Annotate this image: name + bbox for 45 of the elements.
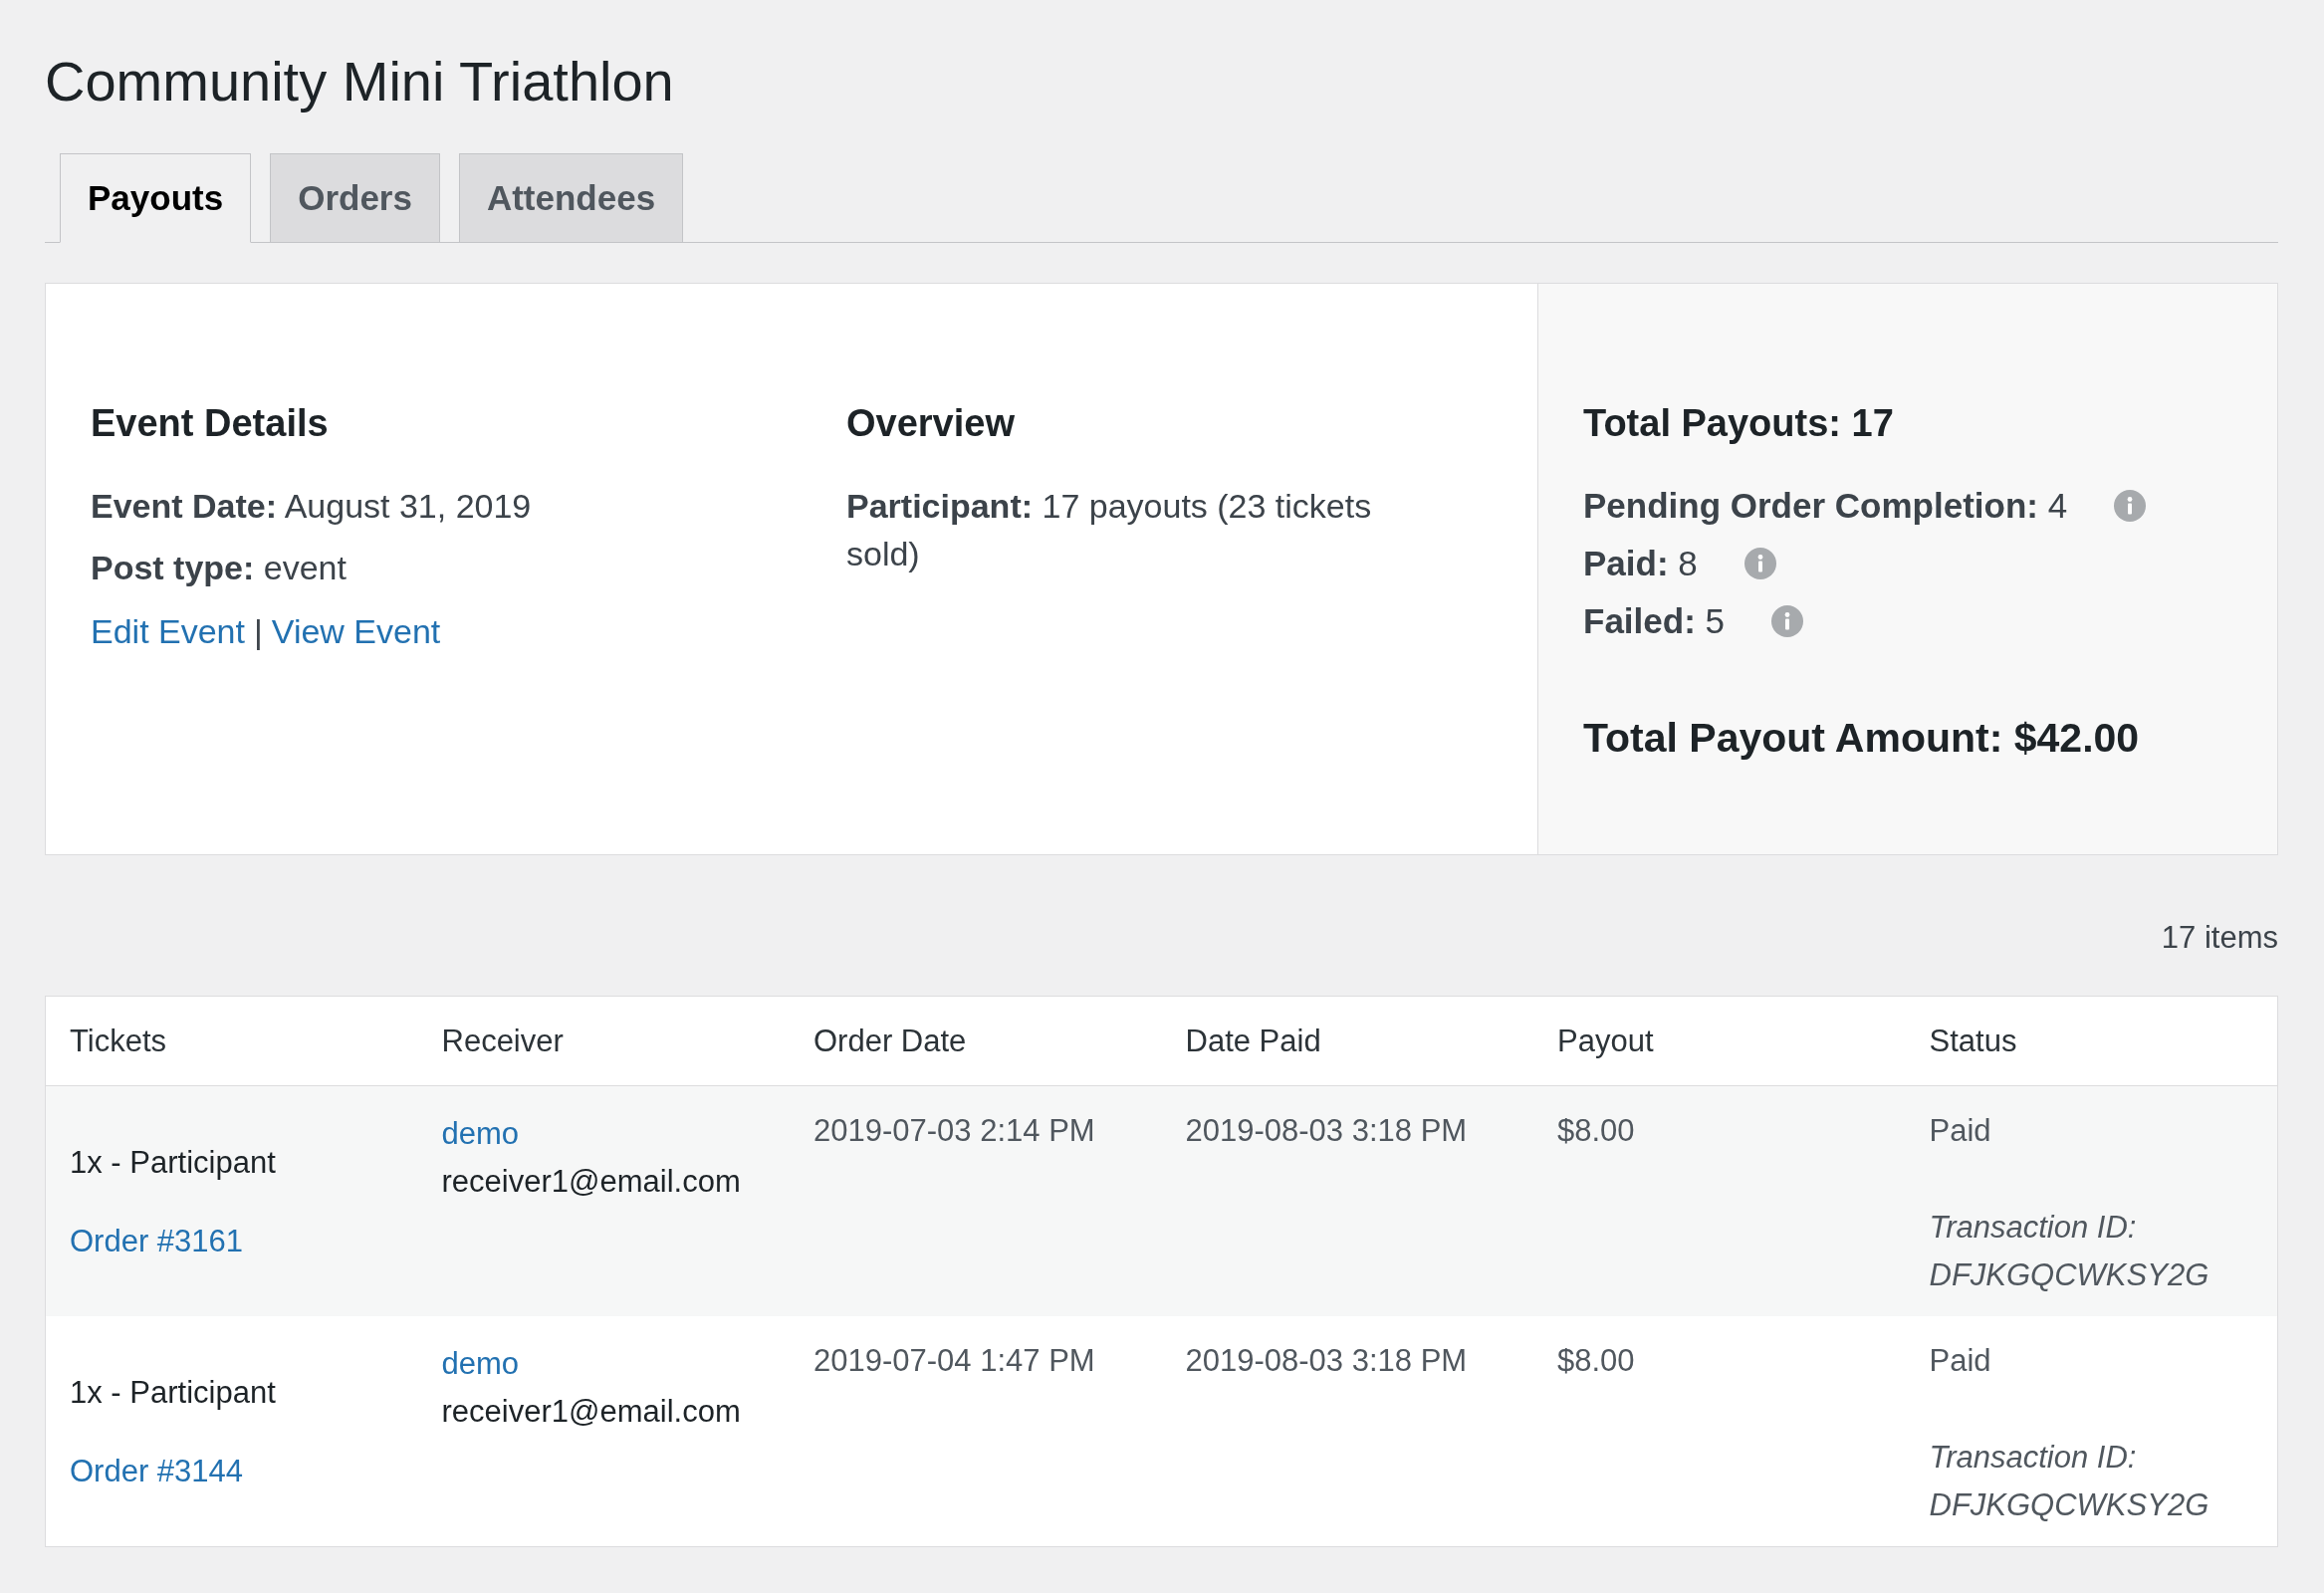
event-link[interactable]: Edit Event <box>91 608 245 654</box>
order-link[interactable]: Order #3161 <box>70 1219 244 1264</box>
info-icon[interactable] <box>1743 548 1776 579</box>
column-header: Order Date <box>813 1023 967 1058</box>
column-header: Tickets <box>70 1023 167 1058</box>
section-heading: Event Details <box>91 401 330 446</box>
receiver-email: receiver1@email.com <box>441 1163 741 1201</box>
transaction-id: Transaction ID: DFJKGQCWKSY2G <box>1929 1209 2210 1294</box>
event-link[interactable]: View Event <box>271 608 441 654</box>
status-count: Failed: 5 <box>1583 600 1725 642</box>
date-paid: 2019-08-03 3:18 PM <box>1185 1342 1468 1380</box>
order-date: 2019-07-03 2:14 PM <box>813 1112 1095 1150</box>
date-paid: 2019-08-03 3:18 PM <box>1185 1112 1468 1150</box>
transaction-id: Transaction ID: DFJKGQCWKSY2G <box>1929 1439 2210 1524</box>
item-count: 17 items <box>2161 919 2278 957</box>
total-payout-amount: Total Payout Amount: $42.00 <box>1583 714 2140 763</box>
tab[interactable]: Attendees <box>458 153 684 243</box>
receiver-link[interactable]: demo <box>441 1110 520 1158</box>
total-payouts: Total Payouts: 17 <box>1583 401 1894 446</box>
detail-line: Event Date: August 31, 2019 <box>91 486 533 527</box>
receiver-link[interactable]: demo <box>441 1340 520 1388</box>
status-text: Paid <box>1929 1112 1991 1150</box>
status-count: Paid: 8 <box>1583 543 1698 584</box>
info-icon[interactable] <box>1771 605 1803 637</box>
payout-amount: $8.00 <box>1557 1112 1635 1150</box>
page-title: Community Mini Triathlon <box>45 49 675 114</box>
order-link[interactable]: Order #3144 <box>70 1449 244 1494</box>
column-header: Receiver <box>441 1023 564 1058</box>
payout-amount: $8.00 <box>1557 1342 1635 1380</box>
ticket-text: 1x - Participant <box>70 1144 276 1182</box>
info-icon[interactable] <box>2114 490 2147 522</box>
link-separator: | <box>254 611 263 652</box>
order-date: 2019-07-04 1:47 PM <box>813 1342 1095 1380</box>
tab[interactable]: Payouts <box>60 153 252 243</box>
column-header: Payout <box>1557 1023 1654 1058</box>
detail-line: Post type: event <box>91 548 348 588</box>
status-count: Pending Order Completion: 4 <box>1583 485 2068 527</box>
column-header: Date Paid <box>1185 1023 1321 1058</box>
section-heading: Overview <box>846 401 1016 446</box>
overview-line: Participant: 17 payouts (23 tickets sold) <box>846 486 1373 574</box>
column-header: Status <box>1929 1023 2017 1058</box>
receiver-email: receiver1@email.com <box>441 1393 741 1431</box>
status-text: Paid <box>1929 1342 1991 1380</box>
tab[interactable]: Orders <box>270 153 440 243</box>
ticket-text: 1x - Participant <box>70 1374 276 1412</box>
